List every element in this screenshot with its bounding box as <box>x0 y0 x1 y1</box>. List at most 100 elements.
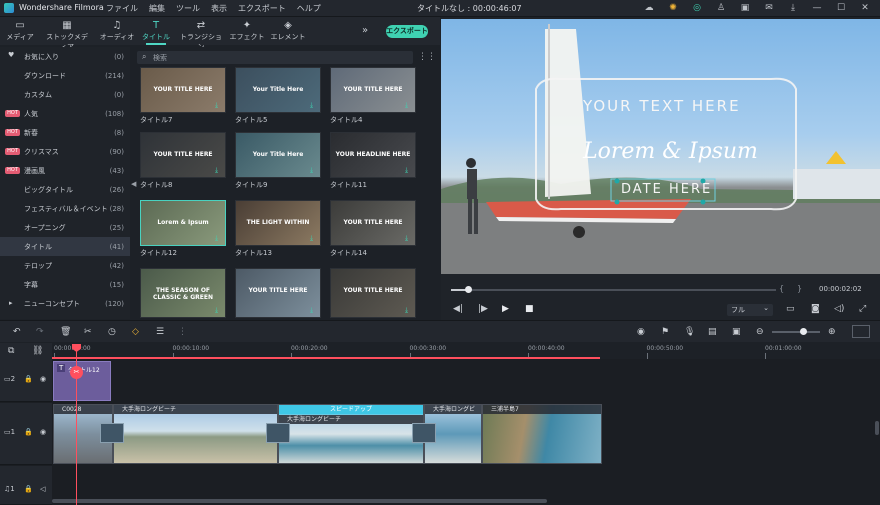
lock-icon[interactable]: 🔒 <box>24 428 33 436</box>
layout-toggle-icon[interactable] <box>852 325 870 338</box>
download-icon[interactable]: ⤓ <box>215 235 222 242</box>
transition-block[interactable] <box>412 423 436 443</box>
title-thumbnail[interactable]: YOUR TITLE HERE ⤓ <box>330 200 416 246</box>
marker-icon[interactable]: ⚑ <box>661 327 669 337</box>
delete-icon[interactable]: 🗑 <box>60 327 71 337</box>
render-icon[interactable]: ◉ <box>637 327 645 337</box>
mixer-icon[interactable]: ▤ <box>708 327 717 337</box>
title-thumbnail[interactable]: YOUR TITLE HERE ⤓ <box>140 67 226 113</box>
download-icon[interactable]: ⤓ <box>215 307 222 314</box>
title-thumbnail[interactable]: YOUR TITLE HERE ⤓ <box>235 268 321 318</box>
preview-scrubber-handle[interactable] <box>465 286 472 293</box>
more-tabs-icon[interactable]: » <box>362 25 368 36</box>
sidebar-item[interactable]: タイトル (41) <box>0 237 130 256</box>
search-input[interactable]: ⌕ 検索 <box>137 51 413 64</box>
zoom-out-icon[interactable]: ⊖ <box>756 327 764 337</box>
mic-icon[interactable]: 🎙 <box>684 327 695 337</box>
horizontal-scrollbar[interactable] <box>52 499 547 503</box>
headset-icon[interactable]: ◎ <box>688 1 706 15</box>
speed-icon[interactable]: ◷ <box>108 327 116 337</box>
link-icon[interactable]: ⛓ <box>32 346 43 356</box>
maximize-icon[interactable]: ☐ <box>832 1 850 15</box>
mail-icon[interactable]: ✉ <box>760 1 778 15</box>
download-icon[interactable]: ⤓ <box>310 235 317 242</box>
title-thumbnail[interactable]: YOUR TITLE HERE ⤓ <box>330 268 416 318</box>
preview-viewer[interactable]: YOUR TEXT HERE Lorem & Ipsum DATE HERE <box>441 19 880 274</box>
grid-view-icon[interactable]: ⋮⋮ <box>418 52 436 62</box>
export-button[interactable]: エクスポート <box>386 25 428 38</box>
menu-view[interactable]: 表示 <box>211 3 227 14</box>
prev-frame-icon[interactable]: |▶ <box>478 304 488 314</box>
sidebar-item[interactable]: HOT クリスマス (90) <box>0 142 130 161</box>
download-icon[interactable]: ⤓ <box>405 235 412 242</box>
menu-tools[interactable]: ツール <box>176 3 200 14</box>
step-back-icon[interactable]: ◀| <box>453 304 463 314</box>
video-clip-3[interactable]: スピードアップ 大手海ロングビーチ <box>278 404 424 464</box>
close-icon[interactable]: ✕ <box>856 1 874 15</box>
collapse-arrow-icon[interactable]: ◀ <box>131 180 136 188</box>
sidebar-item[interactable]: HOT 漫画風 (43) <box>0 161 130 180</box>
download-icon[interactable]: ⤓ <box>405 307 412 314</box>
video-clip-5[interactable]: 三浦半島7 <box>482 404 602 464</box>
snapshot-icon[interactable]: ◙ <box>811 304 820 314</box>
add-track-icon[interactable]: ⧉ <box>8 346 14 356</box>
download-icon[interactable]: ⤓ <box>405 167 412 174</box>
download-icon[interactable]: ⤓ <box>215 167 222 174</box>
title-clip[interactable]: T タイトル12 <box>53 361 111 401</box>
stop-icon[interactable]: ■ <box>525 304 534 314</box>
zoom-select[interactable]: フル ⌄ <box>727 304 773 316</box>
sidebar-item[interactable]: HOT 新春 (8) <box>0 123 130 142</box>
menu-edit[interactable]: 編集 <box>149 3 165 14</box>
transition-block[interactable] <box>100 423 124 443</box>
title-thumbnail[interactable]: Lorem & Ipsum ⤓ <box>140 200 226 246</box>
sidebar-item[interactable]: ♥ お気に入り (0) <box>0 47 130 66</box>
download-icon[interactable]: ⤓ <box>310 307 317 314</box>
undo-icon[interactable]: ↶ <box>13 327 21 337</box>
tab-effects[interactable]: ✦ エフェクト <box>224 20 270 42</box>
sidebar-item[interactable]: ダウンロード (214) <box>0 66 130 85</box>
sidebar-item[interactable]: カスタム (0) <box>0 85 130 104</box>
menu-file[interactable]: ファイル <box>106 3 138 14</box>
title-thumbnail[interactable]: THE SEASON OF CLASSIC & GREEN ⤓ <box>140 268 226 318</box>
eye-icon[interactable]: ◉ <box>40 375 46 383</box>
mark-in-icon[interactable]: { <box>779 284 784 293</box>
zoom-in-icon[interactable]: ⊕ <box>828 327 836 337</box>
title-thumbnail[interactable]: Your Title Here ⤓ <box>235 132 321 178</box>
transition-block[interactable] <box>266 423 290 443</box>
adjust-icon[interactable]: ☰ <box>156 327 164 337</box>
cut-icon[interactable]: ✂ <box>84 327 92 337</box>
title-thumbnail[interactable]: YOUR HEADLINE HERE ⤓ <box>330 132 416 178</box>
download-icon[interactable]: ⤓ <box>310 102 317 109</box>
vertical-scrollbar[interactable] <box>875 421 879 435</box>
title-thumbnail[interactable]: YOUR TITLE HERE ⤓ <box>140 132 226 178</box>
zoom-slider-handle[interactable] <box>800 328 807 335</box>
tab-titles[interactable]: T タイトル <box>133 20 179 45</box>
monitor-icon[interactable]: ▭ <box>786 304 795 314</box>
play-icon[interactable]: ▶ <box>502 304 509 314</box>
eye-icon[interactable]: ◉ <box>40 428 46 436</box>
sidebar-item[interactable]: オープニング (25) <box>0 218 130 237</box>
sidebar-item[interactable]: フェスティバル＆イベント (28) <box>0 199 130 218</box>
video-clip-2[interactable]: 大手海ロングビーチ <box>113 404 278 464</box>
sidebar-item[interactable]: テロップ (42) <box>0 256 130 275</box>
menu-export[interactable]: エクスポート <box>238 3 286 14</box>
download-icon[interactable]: ⤓ <box>310 167 317 174</box>
download-icon[interactable]: ⤓ <box>784 1 802 15</box>
redo-icon[interactable]: ↷ <box>36 327 44 337</box>
save-icon[interactable]: ▣ <box>736 1 754 15</box>
volume-icon[interactable]: ◁) <box>834 304 844 314</box>
tab-media[interactable]: ▭ メディア <box>0 20 43 42</box>
tab-elements[interactable]: ◈ エレメント <box>265 20 311 42</box>
keyframe-icon[interactable]: ◇ <box>132 327 139 337</box>
lock-icon[interactable]: 🔒 <box>24 375 33 383</box>
sidebar-item[interactable]: ▸ ニューコンセプト (120) <box>0 294 130 313</box>
sidebar-item[interactable]: 字幕 (15) <box>0 275 130 294</box>
menu-help[interactable]: ヘルプ <box>297 3 321 14</box>
account-icon[interactable]: ♙ <box>712 1 730 15</box>
download-icon[interactable]: ⤓ <box>215 102 222 109</box>
sun-icon[interactable]: ✺ <box>664 1 682 15</box>
sidebar-item[interactable]: ビッグタイトル (26) <box>0 180 130 199</box>
zoom-slider[interactable] <box>772 331 820 333</box>
lock-icon[interactable]: 🔒 <box>24 485 33 493</box>
fullscreen-icon[interactable]: ⤢ <box>859 304 866 314</box>
